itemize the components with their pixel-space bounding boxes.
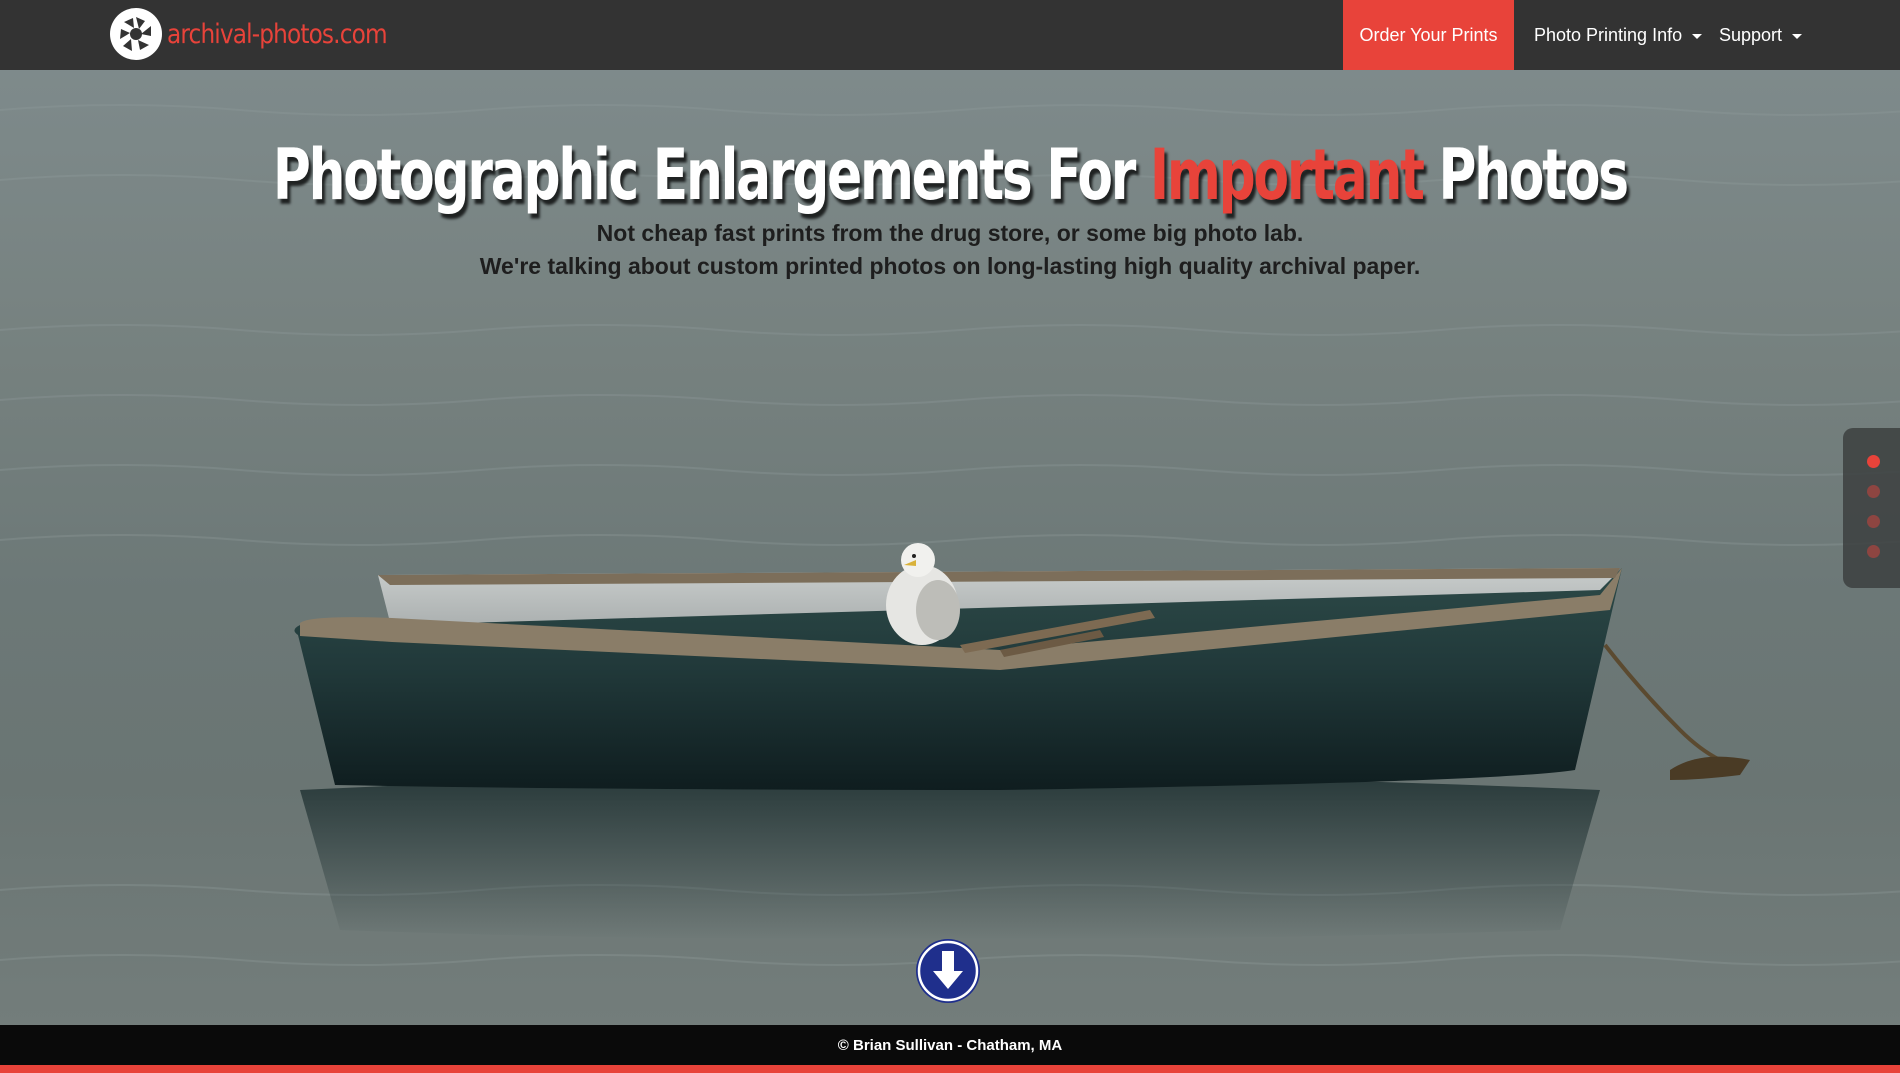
headline-accent-word: Important <box>1150 134 1425 216</box>
section-dot-1[interactable] <box>1867 455 1880 468</box>
camera-aperture-icon <box>110 8 162 60</box>
brand-name: archival-photos.com <box>167 18 388 50</box>
nav-support-label: Support <box>1719 24 1783 45</box>
brand-link[interactable]: archival-photos.com <box>109 6 422 62</box>
section-dot-2[interactable] <box>1867 485 1880 498</box>
section-dot-4[interactable] <box>1867 545 1880 558</box>
hero-subline-1: Not cheap fast prints from the drug stor… <box>596 220 1304 246</box>
hero-headline: Photographic Enlargements For Important … <box>0 134 1900 216</box>
section-dot-3[interactable] <box>1867 515 1880 528</box>
order-prints-button[interactable]: Order Your Prints <box>1343 0 1514 70</box>
nav-support[interactable]: Support <box>1719 0 1803 70</box>
hero-subline-2: We're talking about custom printed photo… <box>479 253 1421 279</box>
footer-copyright: © Brian Sullivan - Chatham, MA <box>837 1036 1063 1054</box>
arrow-down-circle-icon[interactable] <box>916 939 980 1003</box>
section-dot-nav <box>1843 428 1900 588</box>
headline-text-start: Photographic Enlargements For <box>273 134 1151 216</box>
top-navbar: archival-photos.com Order Your Prints Ph… <box>0 0 1900 70</box>
caret-down-icon <box>1692 34 1703 39</box>
hero-section: Photographic Enlargements For Important … <box>0 70 1900 1025</box>
nav-photo-printing-info-label: Photo Printing Info <box>1534 24 1683 45</box>
headline-text-end: Photos <box>1422 134 1630 216</box>
caret-down-icon <box>1792 34 1803 39</box>
nav-photo-printing-info[interactable]: Photo Printing Info <box>1534 0 1703 70</box>
footer: © Brian Sullivan - Chatham, MA <box>0 1025 1900 1065</box>
footer-accent-bar <box>0 1065 1900 1073</box>
